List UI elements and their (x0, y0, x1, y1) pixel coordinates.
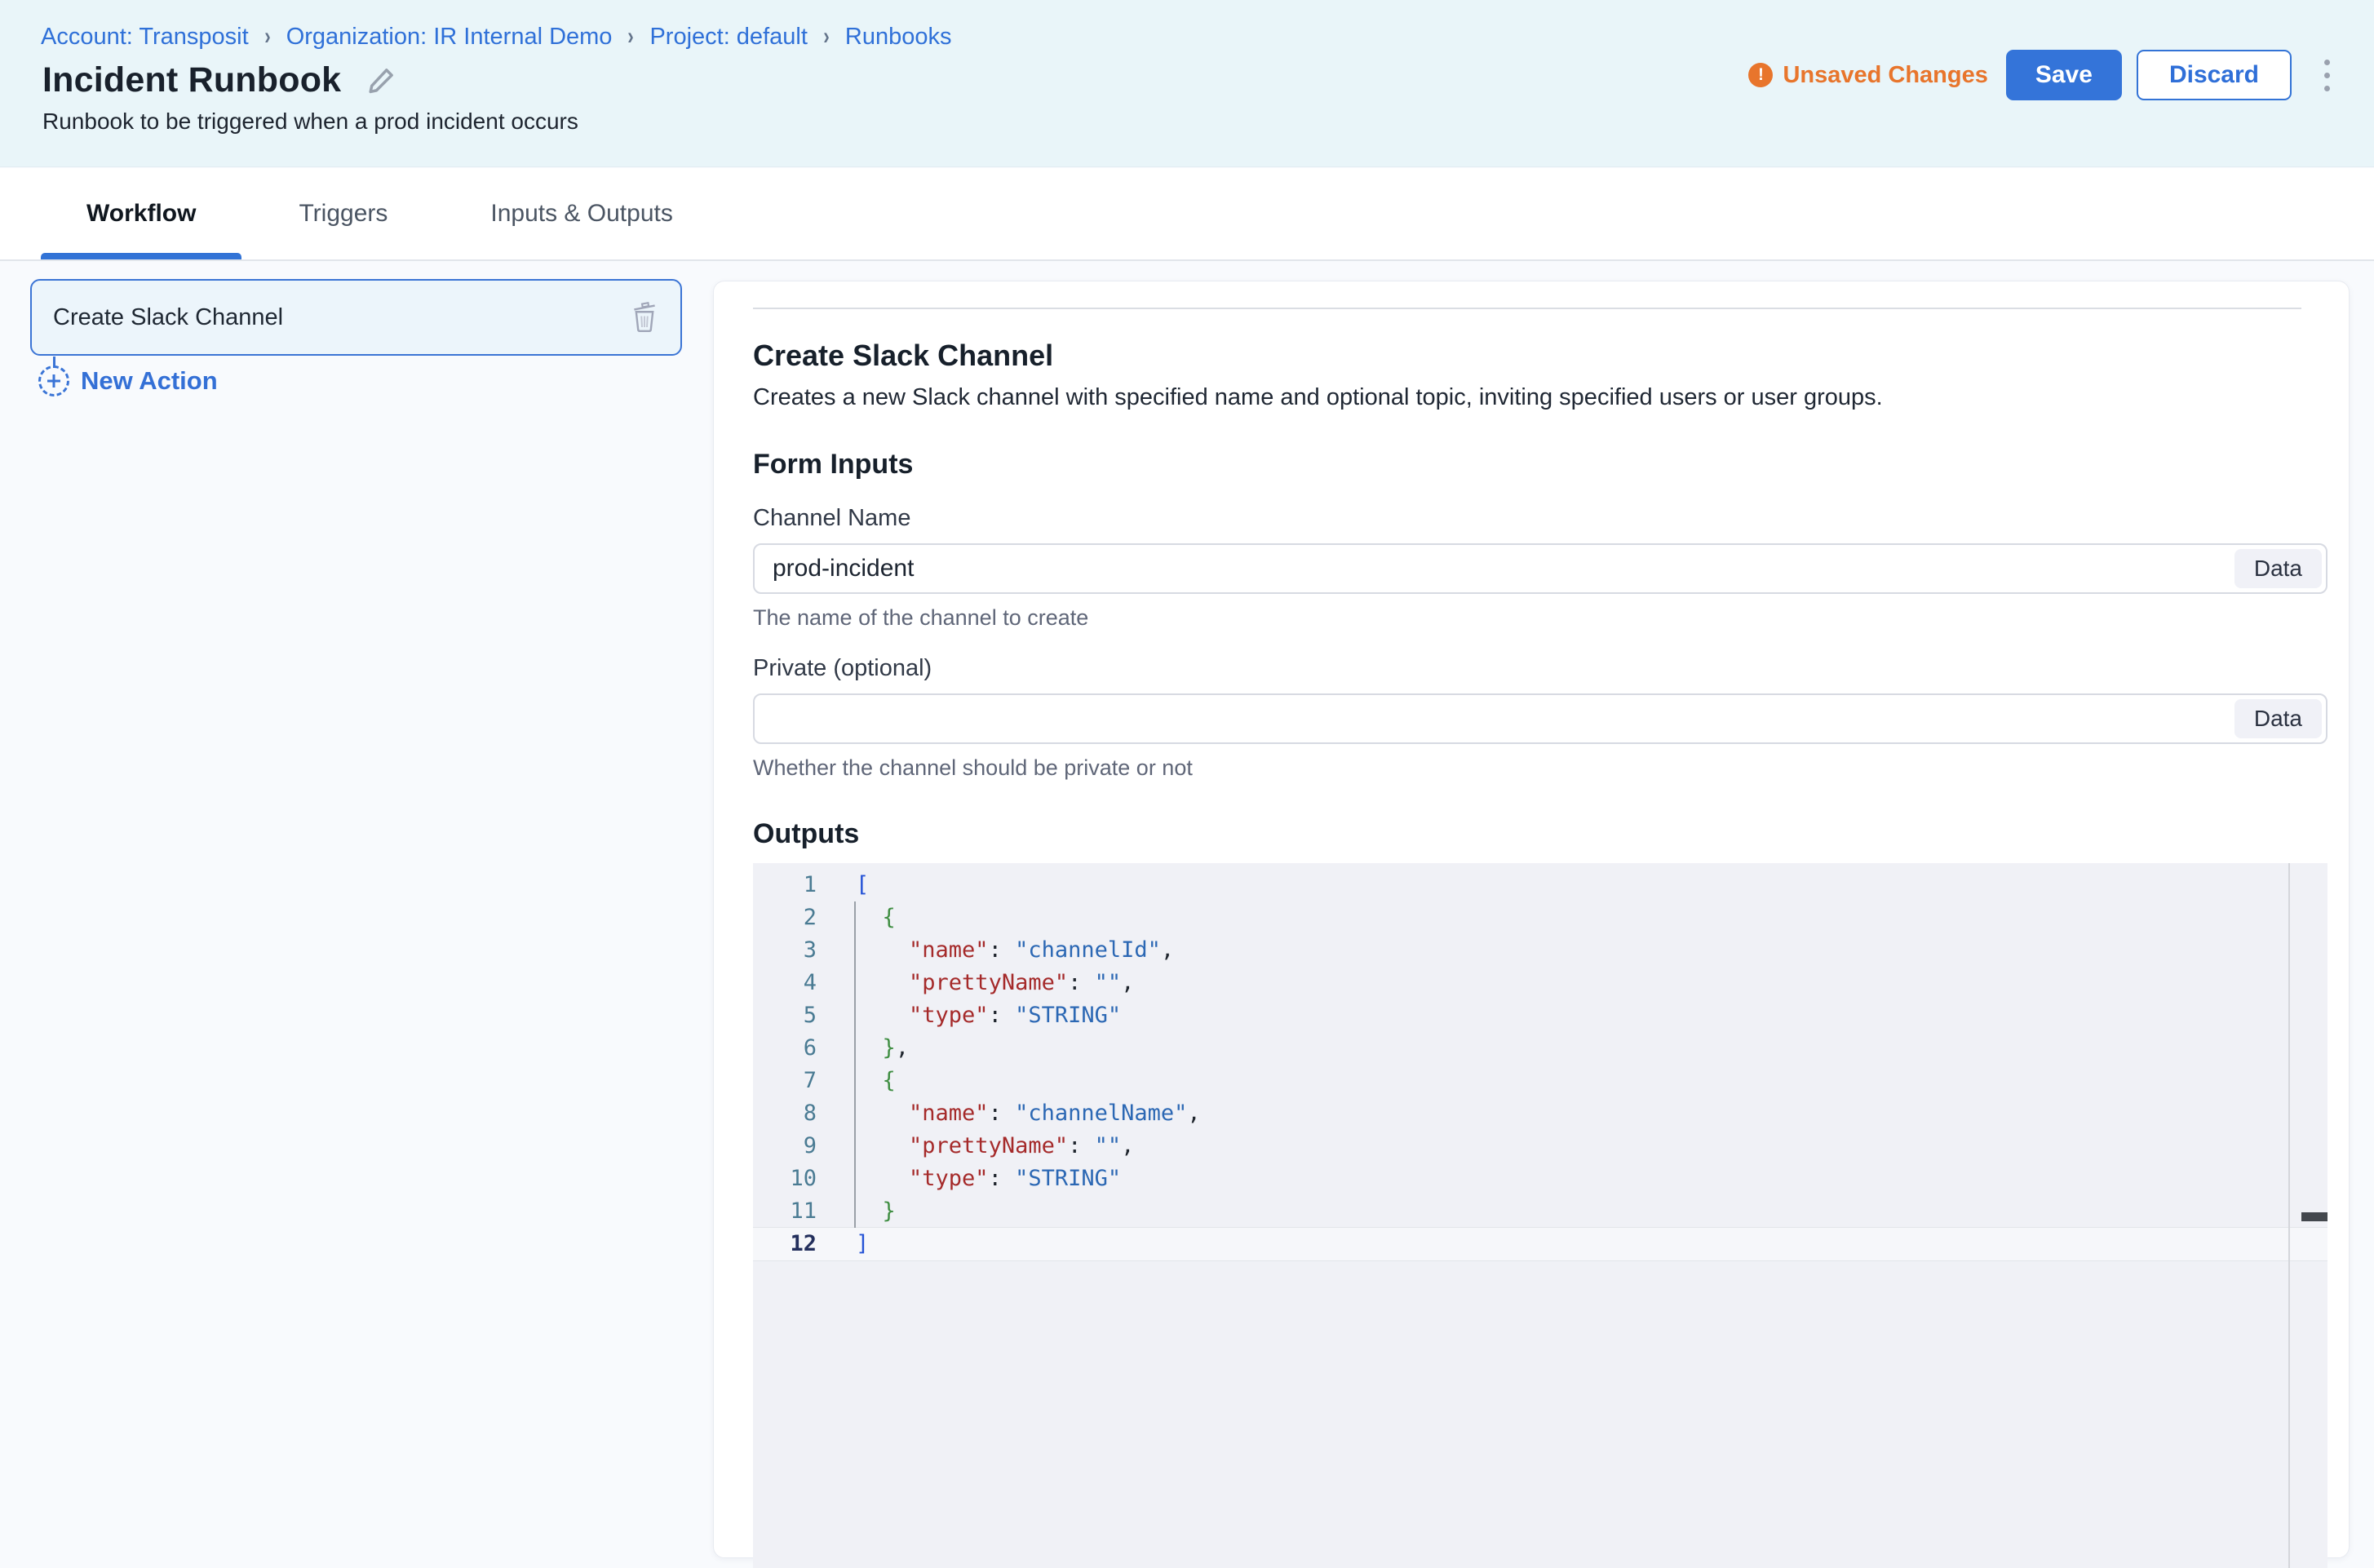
code-text: { (817, 901, 896, 934)
line-number: 1 (753, 869, 817, 901)
outputs-heading: Outputs (753, 818, 2327, 850)
code-line[interactable]: 5 "type": "STRING" (753, 999, 2327, 1032)
private-field-wrap: Data (753, 693, 2327, 744)
unsaved-changes-label: Unsaved Changes (1783, 62, 1987, 89)
breadcrumb-runbooks[interactable]: Runbooks (845, 24, 952, 51)
code-text: "type": "STRING" (817, 999, 1121, 1032)
code-line[interactable]: 3 "name": "channelId", (753, 934, 2327, 967)
discard-button[interactable]: Discard (2137, 50, 2292, 100)
code-line[interactable]: 2 { (753, 901, 2327, 934)
code-text: "name": "channelName", (817, 1097, 1201, 1130)
more-options-kebab-icon[interactable] (2316, 53, 2338, 98)
unsaved-changes-badge: ! Unsaved Changes (1748, 62, 1987, 89)
line-number: 5 (753, 999, 817, 1032)
delete-step-trash-icon[interactable] (630, 301, 659, 334)
channel-name-field-wrap: Data (753, 543, 2327, 594)
breadcrumb-separator-icon: › (264, 23, 271, 51)
new-action-button[interactable]: New Action (38, 365, 218, 396)
private-input[interactable] (753, 693, 2327, 744)
page-subtitle: Runbook to be triggered when a prod inci… (42, 109, 578, 135)
line-number: 4 (753, 967, 817, 999)
line-number: 3 (753, 934, 817, 967)
breadcrumb-project[interactable]: Project: default (649, 24, 807, 51)
page-title: Incident Runbook (42, 60, 341, 100)
alert-icon: ! (1748, 63, 1773, 87)
tab-triggers[interactable]: Triggers (253, 168, 433, 259)
breadcrumb-separator-icon: › (628, 23, 635, 51)
private-helper: Whether the channel should be private or… (753, 755, 2327, 781)
top-divider (753, 308, 2301, 309)
line-number: 7 (753, 1065, 817, 1097)
code-text: { (817, 1065, 896, 1097)
channel-name-input[interactable] (753, 543, 2327, 594)
overview-ruler-cursor-mark (2301, 1212, 2327, 1221)
action-title: Create Slack Channel (753, 339, 2327, 373)
code-line[interactable]: 6 }, (753, 1032, 2327, 1065)
code-text: "name": "channelId", (817, 934, 1174, 967)
line-number: 6 (753, 1032, 817, 1065)
workflow-step-create-slack-channel[interactable]: Create Slack Channel (30, 279, 682, 356)
code-line[interactable]: 11 } (753, 1195, 2327, 1228)
breadcrumb-separator-icon: › (823, 23, 830, 51)
action-detail-panel: Create Slack Channel Creates a new Slack… (713, 281, 2350, 1558)
code-lines: 1[2 {3 "name": "channelId",4 "prettyName… (753, 863, 2327, 1260)
action-description: Creates a new Slack channel with specifi… (753, 384, 2327, 411)
edit-title-pencil-icon[interactable] (365, 65, 396, 96)
breadcrumb-account[interactable]: Account: Transposit (41, 24, 249, 51)
breadcrumb: Account: Transposit › Organization: IR I… (41, 23, 951, 51)
line-number: 8 (753, 1097, 817, 1130)
private-label: Private (optional) (753, 655, 2327, 682)
line-number: 12 (753, 1228, 817, 1260)
code-text: "prettyName": "", (817, 967, 1134, 999)
line-number: 9 (753, 1130, 817, 1163)
breadcrumb-organization[interactable]: Organization: IR Internal Demo (286, 24, 613, 51)
tab-inputs-outputs[interactable]: Inputs & Outputs (445, 168, 718, 259)
code-line[interactable]: 10 "type": "STRING" (753, 1163, 2327, 1195)
code-line[interactable]: 1[ (753, 869, 2327, 901)
page-header: Account: Transposit › Organization: IR I… (0, 0, 2374, 167)
line-number: 11 (753, 1195, 817, 1228)
code-text: "prettyName": "", (817, 1130, 1134, 1163)
code-line[interactable]: 8 "name": "channelName", (753, 1097, 2327, 1130)
code-text: }, (817, 1032, 909, 1065)
code-text: [ (817, 869, 869, 901)
indent-guide-line (854, 901, 856, 1228)
tab-bar: Workflow Triggers Inputs & Outputs (0, 168, 2374, 261)
channel-name-helper: The name of the channel to create (753, 605, 2327, 631)
private-data-button[interactable]: Data (2234, 699, 2322, 738)
channel-name-label: Channel Name (753, 505, 2327, 532)
code-line[interactable]: 4 "prettyName": "", (753, 967, 2327, 999)
code-line[interactable]: 7 { (753, 1065, 2327, 1097)
line-number: 2 (753, 901, 817, 934)
code-line[interactable]: 12] (753, 1228, 2327, 1260)
new-action-label: New Action (81, 366, 218, 396)
form-inputs-heading: Form Inputs (753, 449, 2327, 481)
code-text: "type": "STRING" (817, 1163, 1121, 1195)
plus-icon (38, 365, 69, 396)
code-text: } (817, 1195, 896, 1228)
outputs-code-editor[interactable]: 1[2 {3 "name": "channelId",4 "prettyName… (753, 863, 2327, 1568)
code-text: ] (817, 1228, 869, 1260)
tab-workflow[interactable]: Workflow (41, 168, 241, 259)
workflow-step-label: Create Slack Channel (53, 304, 630, 331)
channel-name-data-button[interactable]: Data (2234, 549, 2322, 588)
overview-ruler-line (2288, 863, 2290, 1568)
line-number: 10 (753, 1163, 817, 1195)
save-button[interactable]: Save (2006, 50, 2122, 100)
code-line[interactable]: 9 "prettyName": "", (753, 1130, 2327, 1163)
